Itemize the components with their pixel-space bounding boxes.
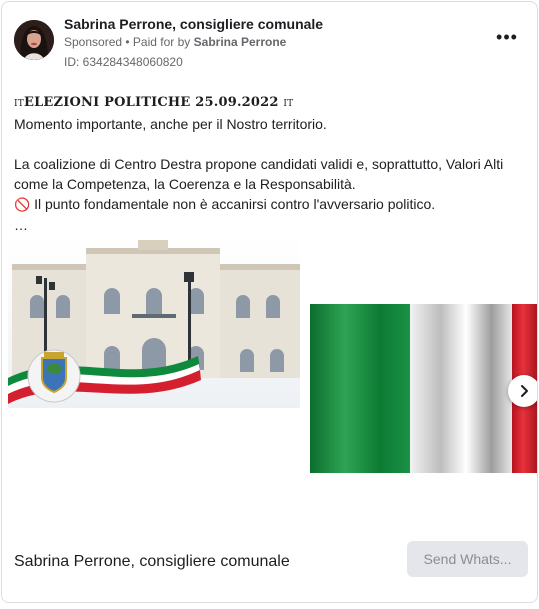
sponsor-line: Sponsored • Paid for by Sabrina Perrone	[64, 35, 286, 49]
paid-for-name: Sabrina Perrone	[193, 35, 287, 49]
carousel-image-flag[interactable]	[310, 304, 537, 473]
profile-photo	[14, 20, 54, 60]
send-whatsapp-button[interactable]: Send Whats...	[407, 541, 528, 577]
post-line-text: Il punto fondamentale non è accanirsi co…	[30, 196, 436, 212]
page-name-link[interactable]: Sabrina Perrone, consigliere comunale	[64, 16, 323, 32]
avatar[interactable]	[14, 20, 54, 60]
footer-page-name[interactable]: Sabrina Perrone, consigliere comunale	[14, 553, 290, 571]
italian-flag-image	[310, 304, 537, 473]
more-options-button[interactable]: •••	[494, 28, 520, 52]
headline-text: ELEZIONI POLITICHE 25.09.2022	[23, 95, 279, 110]
chevron-right-icon	[521, 385, 528, 397]
post-line: Momento importante, anche per il Nostro …	[14, 116, 327, 132]
post-paragraph: La coalizione di Centro Destra propone c…	[14, 156, 508, 192]
separator: •	[122, 35, 133, 49]
carousel-next-button[interactable]	[508, 375, 537, 407]
prohibited-icon: 🚫	[14, 197, 31, 212]
ad-card: Sabrina Perrone, consigliere comunale Sp…	[1, 1, 538, 603]
sponsored-label: Sponsored	[64, 35, 123, 49]
post-line: 🚫 Il punto fondamentale non è accanirsi …	[14, 194, 529, 215]
post-headline: ITELEZIONI POLITICHE 25.09.2022 IT	[14, 93, 529, 114]
ad-id: ID: 634284348060820	[64, 55, 183, 69]
flag-emoji-right: IT	[283, 99, 294, 109]
post-text: ITELEZIONI POLITICHE 25.09.2022 IT Momen…	[14, 93, 529, 235]
paid-for-label: Paid for by	[132, 35, 191, 49]
carousel-image-town-hall[interactable]	[8, 238, 300, 408]
flag-emoji-left: IT	[14, 99, 24, 109]
see-more-ellipsis[interactable]: …	[14, 215, 529, 235]
town-hall-image	[8, 238, 300, 408]
